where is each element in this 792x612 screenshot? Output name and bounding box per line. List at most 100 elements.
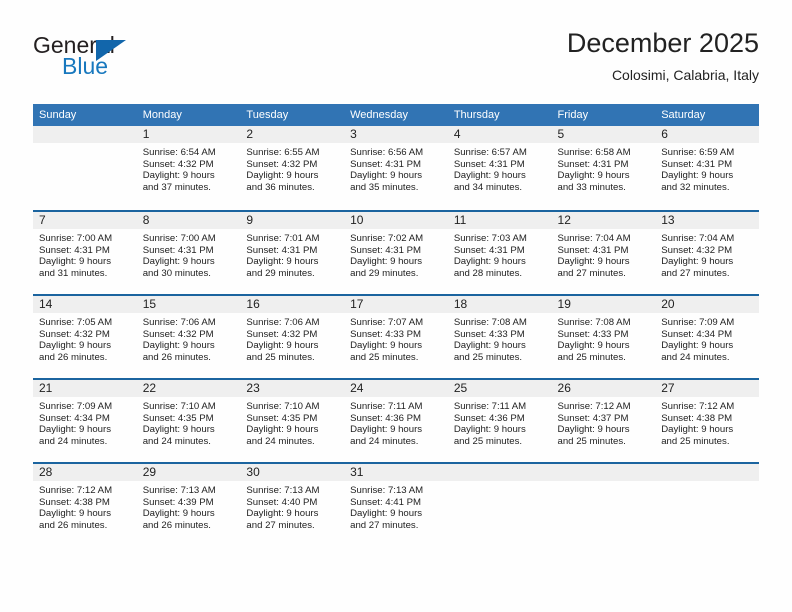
sunset-time: Sunset: 4:31 PM <box>453 158 525 170</box>
calendar-day-cell[interactable]: 9 Sunrise: 7:01 AM Sunset: 4:31 PM Daylight… <box>240 210 345 294</box>
day-sun-info: Sunrise: 7:13 AM Sunset: 4:41 PM Daylight:… <box>344 481 448 531</box>
calendar-day-cell[interactable]: 26 Sunrise: 7:12 AM Sunset: 4:37 PM Dayligh… <box>551 378 656 462</box>
calendar-day-cell[interactable]: 12 Sunrise: 7:04 AM Sunset: 4:31 PM Dayligh… <box>551 210 656 294</box>
calendar-day-cell[interactable]: 20 Sunrise: 7:09 AM Sunset: 4:34 PM Dayligh… <box>655 294 759 378</box>
sunrise-time: Sunrise: 7:00 AM <box>39 233 113 244</box>
calendar-day-cell[interactable]: 8 Sunrise: 7:00 AM Sunset: 4:31 PM Daylight… <box>136 210 241 294</box>
sunrise-time: Sunrise: 7:13 AM <box>350 485 424 496</box>
daylight-duration-line2: and 24 minutes. <box>39 435 108 447</box>
sunrise-time: Sunrise: 6:54 AM <box>142 147 216 158</box>
calendar-day-cell[interactable]: 27 Sunrise: 7:12 AM Sunset: 4:38 PM Dayligh… <box>655 378 759 462</box>
calendar-day-cell[interactable]: 10 Sunrise: 7:02 AM Sunset: 4:31 PM Dayligh… <box>344 210 448 294</box>
daylight-duration-line2: and 35 minutes. <box>350 181 419 193</box>
daylight-duration-line1: Daylight: 9 hours <box>350 508 423 520</box>
daylight-duration-line2: and 26 minutes. <box>39 351 108 363</box>
sunset-time: Sunset: 4:31 PM <box>350 244 422 256</box>
calendar-day-cell[interactable]: 18 Sunrise: 7:08 AM Sunset: 4:33 PM Dayligh… <box>447 294 552 378</box>
day-sun-info: Sunrise: 6:56 AM Sunset: 4:31 PM Daylight:… <box>344 143 448 193</box>
calendar-day-cell[interactable]: 15 Sunrise: 7:06 AM Sunset: 4:32 PM Dayligh… <box>136 294 241 378</box>
sunset-time: Sunset: 4:35 PM <box>246 412 318 424</box>
sunrise-time: Sunrise: 7:06 AM <box>246 317 320 328</box>
sunrise-time: Sunrise: 6:59 AM <box>661 147 735 158</box>
daylight-duration-line2: and 33 minutes. <box>557 181 626 193</box>
daylight-duration-line2: and 25 minutes. <box>350 351 419 363</box>
day-sun-info: Sunrise: 7:08 AM Sunset: 4:33 PM Daylight:… <box>552 313 656 363</box>
day-number: 2 <box>240 126 345 143</box>
calendar-day-cell-empty <box>33 126 137 210</box>
daylight-duration-line1: Daylight: 9 hours <box>661 424 734 436</box>
sunset-time: Sunset: 4:35 PM <box>142 412 214 424</box>
sunset-time: Sunset: 4:31 PM <box>557 158 629 170</box>
sunrise-time: Sunrise: 7:02 AM <box>350 233 424 244</box>
day-sun-info: Sunrise: 7:11 AM Sunset: 4:36 PM Daylight:… <box>448 397 552 447</box>
weekday-header-saturday: Saturday <box>655 104 759 126</box>
day-sun-info: Sunrise: 7:06 AM Sunset: 4:32 PM Daylight:… <box>240 313 344 363</box>
daylight-duration-line2: and 25 minutes. <box>557 435 626 447</box>
sunset-time: Sunset: 4:32 PM <box>246 328 318 340</box>
sunset-time: Sunset: 4:34 PM <box>39 412 110 424</box>
calendar-day-cell[interactable]: 23 Sunrise: 7:10 AM Sunset: 4:35 PM Dayligh… <box>240 378 345 462</box>
sunrise-time: Sunrise: 7:13 AM <box>142 485 216 496</box>
general-blue-logo: General Blue <box>33 32 213 88</box>
day-sun-info: Sunrise: 7:12 AM Sunset: 4:38 PM Daylight:… <box>33 481 137 531</box>
calendar-body: 1 Sunrise: 6:54 AM Sunset: 4:32 PM Daylight… <box>33 126 759 546</box>
calendar-week-row: 28 Sunrise: 7:12 AM Sunset: 4:38 PM Dayligh… <box>33 462 759 546</box>
calendar-day-cell[interactable]: 4 Sunrise: 6:57 AM Sunset: 4:31 PM Daylight… <box>447 126 552 210</box>
day-sun-info: Sunrise: 7:06 AM Sunset: 4:32 PM Daylight:… <box>137 313 241 363</box>
calendar-day-cell[interactable]: 11 Sunrise: 7:03 AM Sunset: 4:31 PM Dayligh… <box>447 210 552 294</box>
calendar-day-cell[interactable]: 1 Sunrise: 6:54 AM Sunset: 4:32 PM Daylight… <box>136 126 241 210</box>
day-sun-info: Sunrise: 6:58 AM Sunset: 4:31 PM Daylight:… <box>552 143 656 193</box>
calendar-day-cell[interactable]: 6 Sunrise: 6:59 AM Sunset: 4:31 PM Daylight… <box>655 126 759 210</box>
weekday-header-wednesday: Wednesday <box>344 104 448 126</box>
daylight-duration-line2: and 26 minutes. <box>142 519 211 531</box>
daylight-duration-line1: Daylight: 9 hours <box>350 170 423 182</box>
sunrise-time: Sunrise: 6:56 AM <box>350 147 424 158</box>
day-number <box>447 462 552 481</box>
weekday-header-monday: Monday <box>136 104 241 126</box>
sunset-time: Sunset: 4:32 PM <box>39 328 110 340</box>
logo-text-blue: Blue <box>62 53 109 79</box>
daylight-duration-line1: Daylight: 9 hours <box>246 256 319 268</box>
sunset-time: Sunset: 4:32 PM <box>661 244 733 256</box>
day-number: 30 <box>240 462 345 481</box>
daylight-duration-line1: Daylight: 9 hours <box>39 508 111 520</box>
day-number: 7 <box>33 210 137 229</box>
daylight-duration-line1: Daylight: 9 hours <box>142 256 215 268</box>
calendar-day-cell[interactable]: 2 Sunrise: 6:55 AM Sunset: 4:32 PM Daylight… <box>240 126 345 210</box>
calendar-day-cell[interactable]: 29 Sunrise: 7:13 AM Sunset: 4:39 PM Dayligh… <box>136 462 241 546</box>
daylight-duration-line1: Daylight: 9 hours <box>557 424 630 436</box>
daylight-duration-line1: Daylight: 9 hours <box>453 340 526 352</box>
daylight-duration-line1: Daylight: 9 hours <box>661 170 734 182</box>
calendar-day-cell[interactable]: 17 Sunrise: 7:07 AM Sunset: 4:33 PM Dayligh… <box>344 294 448 378</box>
calendar-day-cell[interactable]: 31 Sunrise: 7:13 AM Sunset: 4:41 PM Dayligh… <box>344 462 448 546</box>
calendar-day-cell[interactable]: 7 Sunrise: 7:00 AM Sunset: 4:31 PM Daylight… <box>33 210 137 294</box>
day-sun-info: Sunrise: 7:04 AM Sunset: 4:32 PM Daylight:… <box>655 229 759 279</box>
day-sun-info: Sunrise: 6:55 AM Sunset: 4:32 PM Daylight:… <box>240 143 344 193</box>
calendar-day-cell[interactable]: 16 Sunrise: 7:06 AM Sunset: 4:32 PM Dayligh… <box>240 294 345 378</box>
calendar-day-cell[interactable]: 21 Sunrise: 7:09 AM Sunset: 4:34 PM Dayligh… <box>33 378 137 462</box>
calendar-day-cell[interactable]: 24 Sunrise: 7:11 AM Sunset: 4:36 PM Dayligh… <box>344 378 448 462</box>
day-sun-info: Sunrise: 7:13 AM Sunset: 4:40 PM Daylight:… <box>240 481 344 531</box>
sunrise-time: Sunrise: 7:12 AM <box>39 485 113 496</box>
day-number: 27 <box>655 378 759 397</box>
calendar-day-cell[interactable]: 5 Sunrise: 6:58 AM Sunset: 4:31 PM Daylight… <box>551 126 656 210</box>
calendar-day-cell[interactable]: 22 Sunrise: 7:10 AM Sunset: 4:35 PM Dayligh… <box>136 378 241 462</box>
sunrise-time: Sunrise: 6:55 AM <box>246 147 320 158</box>
calendar-day-cell[interactable]: 19 Sunrise: 7:08 AM Sunset: 4:33 PM Dayligh… <box>551 294 656 378</box>
calendar-day-cell[interactable]: 25 Sunrise: 7:11 AM Sunset: 4:36 PM Dayligh… <box>447 378 552 462</box>
calendar-day-cell[interactable]: 30 Sunrise: 7:13 AM Sunset: 4:40 PM Dayligh… <box>240 462 345 546</box>
calendar-day-cell[interactable]: 13 Sunrise: 7:04 AM Sunset: 4:32 PM Dayligh… <box>655 210 759 294</box>
calendar-table: Sunday Monday Tuesday Wednesday Thursday… <box>33 104 759 546</box>
sunset-time: Sunset: 4:36 PM <box>453 412 525 424</box>
calendar-day-cell[interactable]: 28 Sunrise: 7:12 AM Sunset: 4:38 PM Dayligh… <box>33 462 137 546</box>
day-number: 13 <box>655 210 759 229</box>
day-sun-info: Sunrise: 6:59 AM Sunset: 4:31 PM Daylight:… <box>655 143 759 193</box>
sunrise-time: Sunrise: 7:00 AM <box>142 233 216 244</box>
daylight-duration-line2: and 27 minutes. <box>557 267 626 279</box>
sunset-time: Sunset: 4:37 PM <box>557 412 629 424</box>
calendar-day-cell[interactable]: 14 Sunrise: 7:05 AM Sunset: 4:32 PM Dayligh… <box>33 294 137 378</box>
daylight-duration-line1: Daylight: 9 hours <box>557 340 630 352</box>
day-number: 10 <box>344 210 448 229</box>
day-number: 18 <box>447 294 552 313</box>
calendar-day-cell[interactable]: 3 Sunrise: 6:56 AM Sunset: 4:31 PM Daylight… <box>344 126 448 210</box>
